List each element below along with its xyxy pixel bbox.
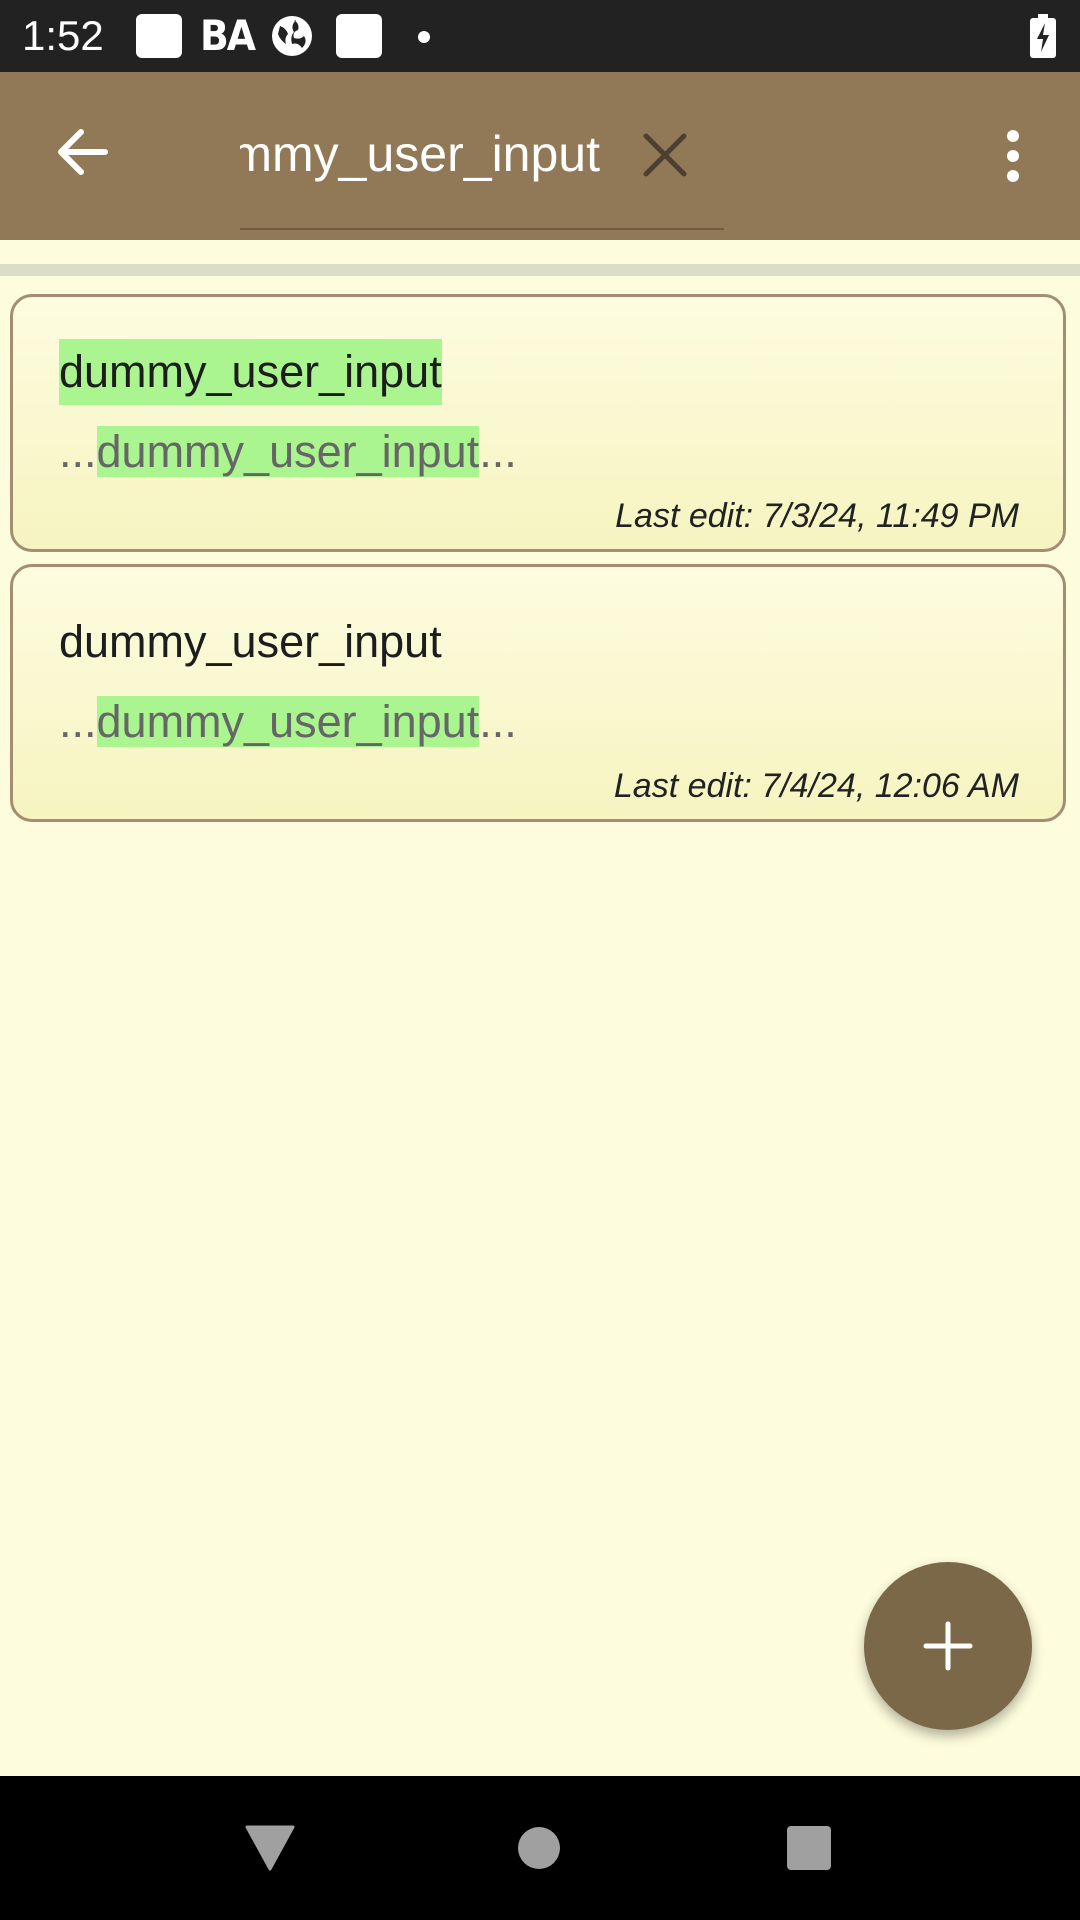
recents-square-icon <box>787 1826 831 1870</box>
clear-search-button[interactable] <box>632 122 698 188</box>
snippet-suffix: ... <box>479 696 517 747</box>
back-button[interactable] <box>42 112 122 192</box>
home-circle-icon <box>518 1827 560 1869</box>
app-bar <box>0 72 1080 240</box>
divider <box>0 264 1080 276</box>
snippet-match: dummy_user_input <box>96 426 480 477</box>
note-title: dummy_user_input <box>59 616 442 667</box>
status-indicator-text: BA <box>200 11 256 60</box>
overflow-menu-button[interactable] <box>985 120 1041 192</box>
notification-icon <box>336 14 382 58</box>
nav-recents-button[interactable] <box>769 1812 849 1884</box>
search-input[interactable] <box>240 104 600 204</box>
close-icon <box>643 133 687 177</box>
battery-charging-icon <box>1030 14 1056 58</box>
snippet-prefix: ... <box>59 426 97 477</box>
note-last-edit: Last edit: 7/4/24, 12:06 AM <box>613 767 1019 805</box>
status-time: 1:52 <box>22 12 104 59</box>
more-notifications-dot-icon <box>418 31 430 43</box>
back-triangle-icon <box>245 1825 295 1871</box>
snippet-match: dummy_user_input <box>96 696 480 747</box>
note-snippet: ...dummy_user_input... <box>59 419 517 485</box>
nav-home-button[interactable] <box>499 1812 579 1884</box>
note-card[interactable]: dummy_user_input ...dummy_user_input... … <box>10 564 1066 822</box>
note-title: dummy_user_input <box>59 339 442 405</box>
note-last-edit: Last edit: 7/3/24, 11:49 PM <box>615 497 1019 535</box>
notification-icon <box>136 14 182 58</box>
snippet-suffix: ... <box>479 426 517 477</box>
note-snippet: ...dummy_user_input... <box>59 689 517 755</box>
plus-icon <box>923 1621 973 1671</box>
globe-icon <box>272 16 312 56</box>
add-note-button[interactable] <box>864 1562 1032 1730</box>
more-vert-icon <box>1007 130 1019 182</box>
arrow-back-icon <box>58 129 108 175</box>
search-bar <box>240 100 724 230</box>
status-bar: 1:52 BA <box>0 0 1080 72</box>
note-card[interactable]: dummy_user_input ...dummy_user_input... … <box>10 294 1066 552</box>
snippet-prefix: ... <box>59 696 97 747</box>
nav-back-button[interactable] <box>230 1812 310 1884</box>
navigation-bar <box>0 1776 1080 1920</box>
